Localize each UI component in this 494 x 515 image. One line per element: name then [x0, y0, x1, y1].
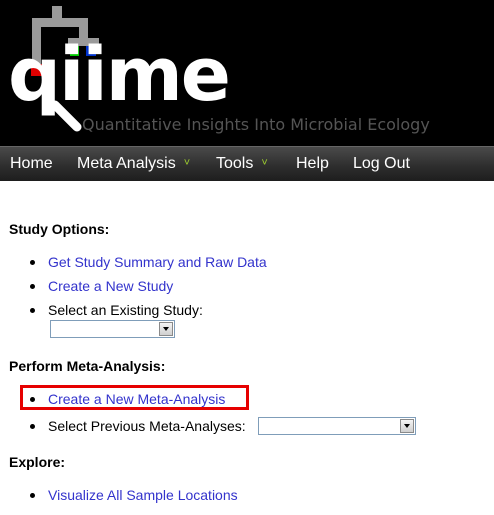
logo-wordmark: qiime — [8, 32, 231, 118]
nav-log-out-label: Log Out — [353, 155, 410, 172]
bullet-icon — [30, 493, 35, 498]
header-banner: qiime Quantitative Insights Into Microbi… — [0, 0, 494, 146]
create-study-link[interactable]: Create a New Study — [48, 277, 173, 295]
nav-help-label: Help — [296, 155, 329, 172]
select-previous-meta-analyses-label: Select Previous Meta-Analyses: — [48, 418, 246, 434]
nav-home-label: Home — [10, 155, 53, 172]
meta-analysis-heading: Perform Meta-Analysis: — [9, 358, 166, 374]
previous-meta-analyses-select[interactable] — [258, 417, 416, 435]
bullet-icon — [30, 284, 35, 289]
bullet-icon — [30, 424, 35, 429]
chevron-down-icon: ˅ — [183, 157, 191, 169]
select-existing-study-label: Select an Existing Study: — [48, 302, 203, 318]
nav-help[interactable]: Help — [296, 147, 329, 182]
chevron-down-icon: ˅ — [261, 157, 268, 169]
study-summary-link[interactable]: Get Study Summary and Raw Data — [48, 253, 267, 271]
nav-log-out[interactable]: Log Out — [353, 147, 410, 182]
nav-meta-analysis-label: Meta Analysis — [77, 155, 176, 172]
nav-tools-label: Tools — [216, 155, 254, 172]
bullet-icon — [30, 397, 35, 402]
study-options-heading: Study Options: — [9, 221, 110, 237]
tagline: Quantitative Insights Into Microbial Eco… — [82, 115, 430, 134]
dropdown-arrow-icon — [400, 419, 414, 433]
main-content: Study Options: Get Study Summary and Raw… — [0, 181, 494, 515]
dropdown-arrow-icon — [159, 322, 173, 336]
nav-tools[interactable]: Tools ˅ — [216, 147, 268, 182]
nav-meta-analysis[interactable]: Meta Analysis ˅ — [77, 147, 190, 182]
explore-heading: Explore: — [9, 454, 66, 470]
nav-home[interactable]: Home — [10, 147, 53, 182]
create-meta-analysis-link[interactable]: Create a New Meta-Analysis — [48, 390, 225, 408]
visualize-sample-locations-link[interactable]: Visualize All Sample Locations — [48, 486, 238, 504]
bullet-icon — [30, 308, 35, 313]
existing-study-select[interactable] — [50, 320, 175, 338]
bullet-icon — [30, 260, 35, 265]
main-nav: Home Meta Analysis ˅ Tools ˅ Help Log Out — [0, 146, 494, 181]
